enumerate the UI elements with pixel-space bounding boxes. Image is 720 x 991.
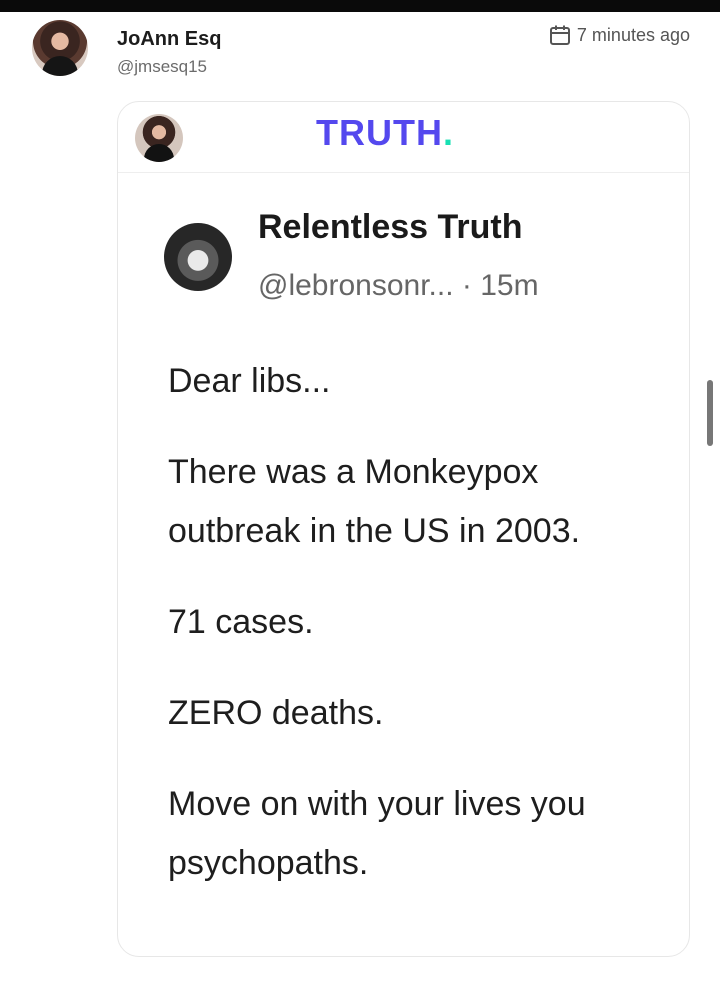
author-handle[interactable]: @jmsesq15 <box>117 57 207 77</box>
truth-logo-dot: . <box>442 112 454 153</box>
author-name[interactable]: JoAnn Esq <box>117 28 221 51</box>
post-author-avatar[interactable] <box>164 223 232 291</box>
truth-logo-text: TRUTH <box>316 112 443 153</box>
post-author-name[interactable]: Relentless Truth <box>258 208 523 247</box>
author-avatar[interactable] <box>32 20 88 76</box>
card-author-avatar <box>135 114 183 162</box>
timestamp-text: 7 minutes ago <box>576 24 690 45</box>
post-timestamp: 7 minutes ago <box>549 24 690 46</box>
post-body: Dear libs... There was a Monkeypox outbr… <box>168 352 668 925</box>
embedded-post-card[interactable]: TRUTH. Relentless Truth @lebronsonr... ·… <box>117 101 690 957</box>
post-paragraph: ZERO deaths. <box>168 694 384 732</box>
truth-logo: TRUTH. <box>316 112 454 154</box>
post-paragraph: Move on with your lives you psychopaths. <box>168 785 586 882</box>
top-bar <box>0 0 720 12</box>
post-paragraph: 71 cases. <box>168 603 314 641</box>
calendar-icon <box>549 24 571 46</box>
card-header: TRUTH. <box>118 102 689 173</box>
post-paragraph: There was a Monkeypox outbreak in the US… <box>168 453 581 550</box>
post-paragraph: Dear libs... <box>168 362 331 400</box>
post-author-meta: @lebronsonr... · 15m <box>258 269 539 302</box>
scrollbar[interactable] <box>707 380 713 446</box>
